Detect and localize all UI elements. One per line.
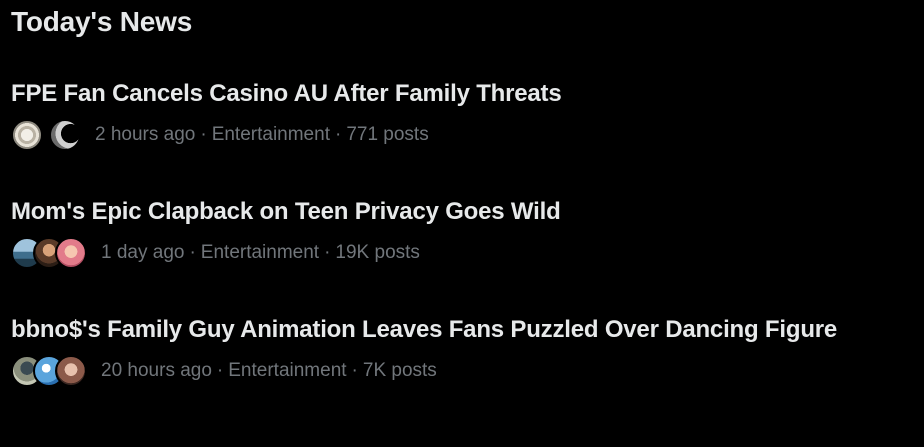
news-post-count: 7K posts <box>362 360 437 381</box>
news-meta: 2 hours ago · Entertainment · 771 posts <box>11 117 884 153</box>
news-post-count: 771 posts <box>346 124 429 145</box>
section-title: Today's News <box>11 6 193 37</box>
avatar <box>55 355 87 387</box>
news-category: Entertainment <box>211 124 330 145</box>
news-post-count: 19K posts <box>335 242 420 263</box>
news-time: 2 hours ago <box>95 124 196 145</box>
avatar <box>49 119 81 151</box>
separator-dot: · <box>334 124 342 145</box>
separator-dot: · <box>216 360 224 381</box>
news-meta-text: 20 hours ago · Entertainment · 7K posts <box>101 359 437 383</box>
news-item[interactable]: Mom's Epic Clapback on Teen Privacy Goes… <box>11 196 884 271</box>
separator-dot: · <box>200 124 207 145</box>
news-headline[interactable]: bbno$'s Family Guy Animation Leaves Fans… <box>11 314 884 346</box>
news-item[interactable]: bbno$'s Family Guy Animation Leaves Fans… <box>11 314 884 389</box>
avatar <box>11 119 43 151</box>
separator-dot: · <box>189 242 196 263</box>
news-meta-text: 2 hours ago · Entertainment · 771 posts <box>95 123 429 147</box>
news-headline[interactable]: FPE Fan Cancels Casino AU After Family T… <box>11 78 884 110</box>
news-meta: 20 hours ago · Entertainment · 7K posts <box>11 353 884 389</box>
avatar-group <box>11 119 81 151</box>
news-time: 1 day ago <box>101 242 185 263</box>
avatar <box>55 237 87 269</box>
separator-dot: · <box>324 242 331 263</box>
avatar-group <box>11 355 87 387</box>
news-headline[interactable]: Mom's Epic Clapback on Teen Privacy Goes… <box>11 196 884 228</box>
news-item[interactable]: FPE Fan Cancels Casino AU After Family T… <box>11 78 884 153</box>
todays-news-panel: Today's News FPE Fan Cancels Casino AU A… <box>0 0 924 447</box>
news-time: 20 hours ago <box>101 360 212 381</box>
avatar-group <box>11 237 87 269</box>
news-category: Entertainment <box>228 360 347 381</box>
separator-dot: · <box>351 360 358 381</box>
news-meta-text: 1 day ago · Entertainment · 19K posts <box>101 241 420 265</box>
news-category: Entertainment <box>200 242 320 263</box>
news-meta: 1 day ago · Entertainment · 19K posts <box>11 235 884 271</box>
